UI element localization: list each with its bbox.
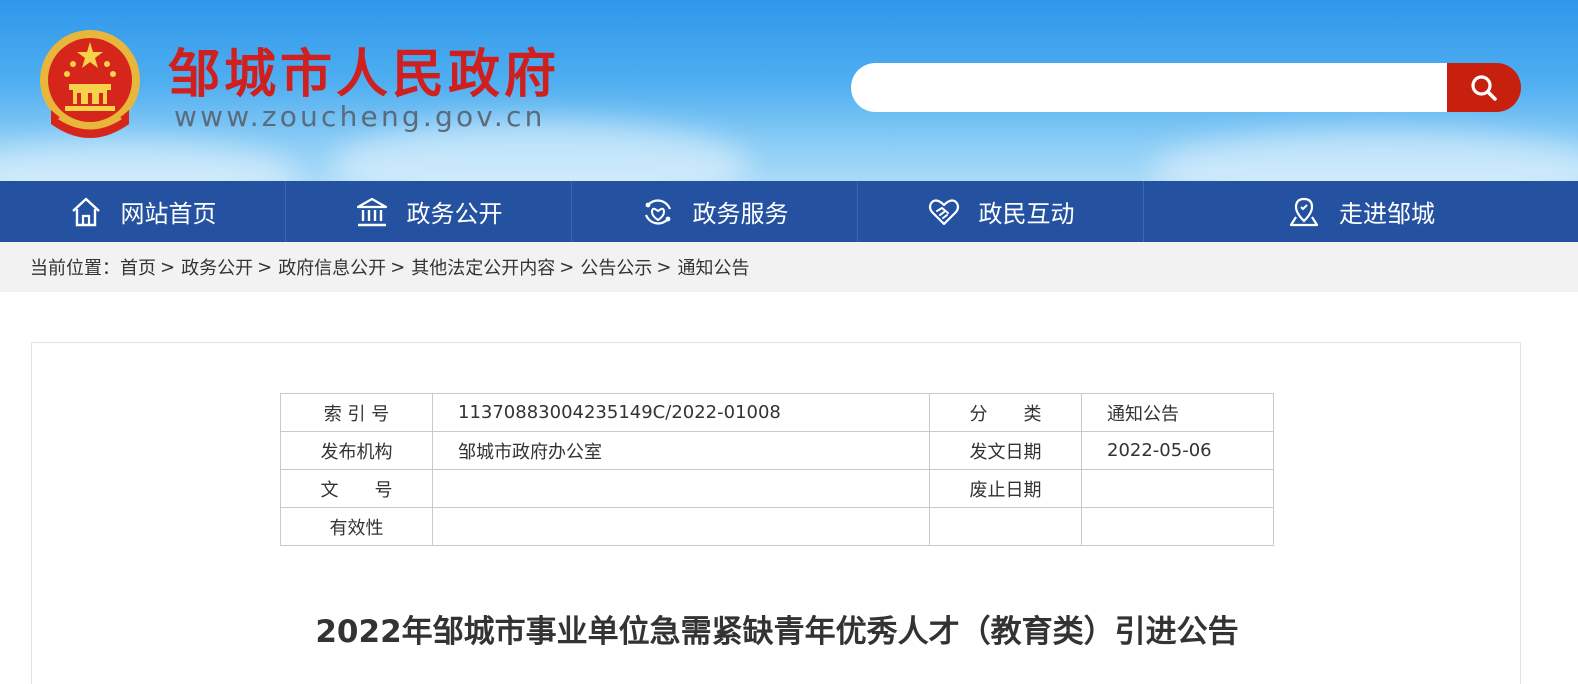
meta-value-empty bbox=[1081, 507, 1274, 546]
meta-key: 有效性 bbox=[280, 507, 433, 546]
breadcrumb-separator: > bbox=[160, 256, 176, 278]
search-button[interactable] bbox=[1447, 63, 1521, 112]
meta-value-category: 通知公告 bbox=[1081, 393, 1274, 432]
meta-value-publisher: 邹城市政府办公室 bbox=[432, 431, 930, 470]
table-row: 索 引 号 11370883004235149C/2022-01008 分 类 … bbox=[280, 393, 1274, 432]
nav-item-label: 政务公开 bbox=[406, 200, 503, 228]
search-icon bbox=[1471, 74, 1497, 101]
article-title: 2022年邹城市事业单位急需紧缺青年优秀人才（教育类）引进公告 bbox=[315, 614, 1239, 650]
breadcrumb-prefix: 当前位置： bbox=[30, 258, 120, 279]
nav-item-gov-affairs[interactable]: 政务公开 bbox=[286, 181, 572, 242]
meta-key: 发文日期 bbox=[929, 431, 1082, 470]
site-url: www.zoucheng.gov.cn bbox=[174, 100, 546, 133]
cloud-decoration bbox=[0, 140, 300, 181]
home-icon bbox=[71, 197, 100, 226]
breadcrumb-item-gov-info[interactable]: 政府信息公开 bbox=[278, 254, 386, 280]
meta-value-expiry-date bbox=[1081, 469, 1274, 508]
nav-item-gov-services[interactable]: 政务服务 bbox=[572, 181, 858, 242]
metadata-table: 索 引 号 11370883004235149C/2022-01008 分 类 … bbox=[280, 393, 1274, 546]
nav-item-interaction[interactable]: 政民互动 bbox=[858, 181, 1144, 242]
nav-item-label: 网站首页 bbox=[120, 200, 217, 228]
government-building-icon bbox=[356, 197, 387, 226]
national-emblem-icon bbox=[40, 30, 140, 138]
breadcrumb-separator: > bbox=[559, 256, 575, 278]
breadcrumb-item-gov-affairs[interactable]: 政务公开 bbox=[181, 254, 253, 280]
article-container: 索 引 号 11370883004235149C/2022-01008 分 类 … bbox=[31, 342, 1521, 684]
main-nav: 网站首页 政务公开 政务服务 政民互动 走进邹城 bbox=[0, 181, 1578, 242]
cloud-decoration bbox=[1150, 130, 1578, 181]
nav-item-label: 走进邹城 bbox=[1339, 200, 1435, 228]
meta-key: 文 号 bbox=[280, 469, 433, 508]
nav-item-label: 政民互动 bbox=[978, 200, 1075, 228]
breadcrumb-item-home[interactable]: 首页 bbox=[120, 254, 156, 280]
meta-value-index-number: 11370883004235149C/2022-01008 bbox=[432, 393, 930, 432]
meta-key: 分 类 bbox=[929, 393, 1082, 432]
search-input[interactable] bbox=[851, 63, 1451, 112]
meta-key: 发布机构 bbox=[280, 431, 433, 470]
nav-item-explore-zoucheng[interactable]: 走进邹城 bbox=[1144, 181, 1578, 242]
meta-key bbox=[929, 507, 1082, 546]
service-icon bbox=[644, 198, 671, 225]
meta-key: 废止日期 bbox=[929, 469, 1082, 508]
breadcrumb-separator: > bbox=[257, 256, 273, 278]
table-row: 发布机构 邹城市政府办公室 发文日期 2022-05-06 bbox=[280, 431, 1274, 470]
site-title: 邹城市人民政府 bbox=[168, 44, 561, 105]
breadcrumb-item-other-content[interactable]: 其他法定公开内容 bbox=[411, 254, 555, 280]
breadcrumb: 当前位置： 首页 > 政务公开 > 政府信息公开 > 其他法定公开内容 > 公告… bbox=[0, 242, 1578, 292]
meta-key: 索 引 号 bbox=[280, 393, 433, 432]
meta-value-validity bbox=[432, 507, 930, 546]
site-header: 邹城市人民政府 www.zoucheng.gov.cn bbox=[0, 0, 1578, 181]
heart-hands-icon bbox=[928, 198, 959, 225]
meta-value-issue-date: 2022-05-06 bbox=[1081, 431, 1274, 470]
nav-item-label: 政务服务 bbox=[692, 200, 789, 228]
table-row: 文 号 废止日期 bbox=[280, 469, 1274, 508]
meta-value-document-number bbox=[432, 469, 930, 508]
nav-item-home[interactable]: 网站首页 bbox=[0, 181, 286, 242]
location-pin-icon bbox=[1289, 197, 1319, 226]
table-row: 有效性 bbox=[280, 507, 1274, 546]
breadcrumb-item-notices[interactable]: 通知公告 bbox=[677, 254, 749, 280]
breadcrumb-item-announcements[interactable]: 公告公示 bbox=[580, 254, 652, 280]
breadcrumb-separator: > bbox=[656, 256, 672, 278]
breadcrumb-separator: > bbox=[390, 256, 406, 278]
